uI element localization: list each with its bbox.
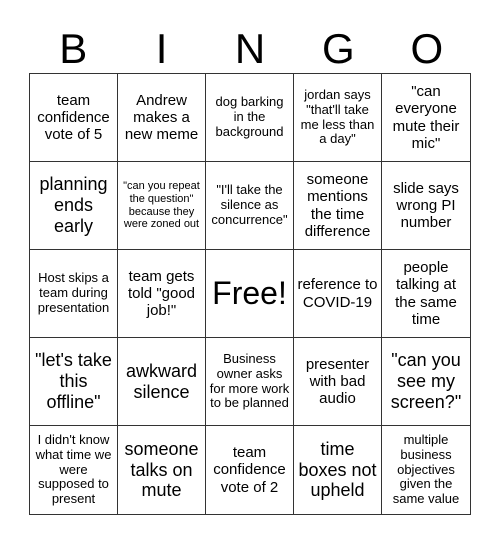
bingo-cell[interactable]: "let's take this offline": [30, 338, 118, 426]
bingo-cell[interactable]: multiple business objectives given the s…: [382, 426, 470, 514]
bingo-cell[interactable]: presenter with bad audio: [294, 338, 382, 426]
header-letter-n: N: [234, 25, 266, 72]
header-letter-b: B: [59, 25, 88, 72]
bingo-cell[interactable]: people talking at the same time: [382, 250, 470, 338]
header-letter-g: G: [322, 25, 355, 72]
bingo-cell[interactable]: "I'll take the silence as concurrence": [206, 162, 294, 250]
bingo-cell[interactable]: planning ends early: [30, 162, 118, 250]
bingo-header: B I N G O: [29, 24, 471, 74]
bingo-cell[interactable]: dog barking in the background: [206, 74, 294, 162]
bingo-cell[interactable]: someone mentions the time difference: [294, 162, 382, 250]
bingo-cell[interactable]: "can you repeat the question" because th…: [118, 162, 206, 250]
bingo-cell[interactable]: "can everyone mute their mic": [382, 74, 470, 162]
header-letter-o: O: [410, 25, 444, 72]
bingo-cell[interactable]: I didn't know what time we were supposed…: [30, 426, 118, 514]
bingo-cell[interactable]: Business owner asks for more work to be …: [206, 338, 294, 426]
bingo-cell[interactable]: awkward silence: [118, 338, 206, 426]
bingo-cell[interactable]: slide says wrong PI number: [382, 162, 470, 250]
bingo-cell-free[interactable]: Free!: [206, 250, 294, 338]
bingo-cell[interactable]: team confidence vote of 2: [206, 426, 294, 514]
bingo-card-grid: team confidence vote of 5 Andrew makes a …: [29, 73, 471, 515]
bingo-cell[interactable]: jordan says "that'll take me less than a…: [294, 74, 382, 162]
bingo-cell[interactable]: team gets told "good job!": [118, 250, 206, 338]
header-letter-i: I: [155, 25, 168, 72]
bingo-cell[interactable]: someone talks on mute: [118, 426, 206, 514]
bingo-cell[interactable]: "can you see my screen?": [382, 338, 470, 426]
bingo-cell[interactable]: time boxes not upheld: [294, 426, 382, 514]
bingo-cell[interactable]: Host skips a team during presentation: [30, 250, 118, 338]
bingo-cell[interactable]: reference to COVID-19: [294, 250, 382, 338]
bingo-cell[interactable]: Andrew makes a new meme: [118, 74, 206, 162]
bingo-cell[interactable]: team confidence vote of 5: [30, 74, 118, 162]
